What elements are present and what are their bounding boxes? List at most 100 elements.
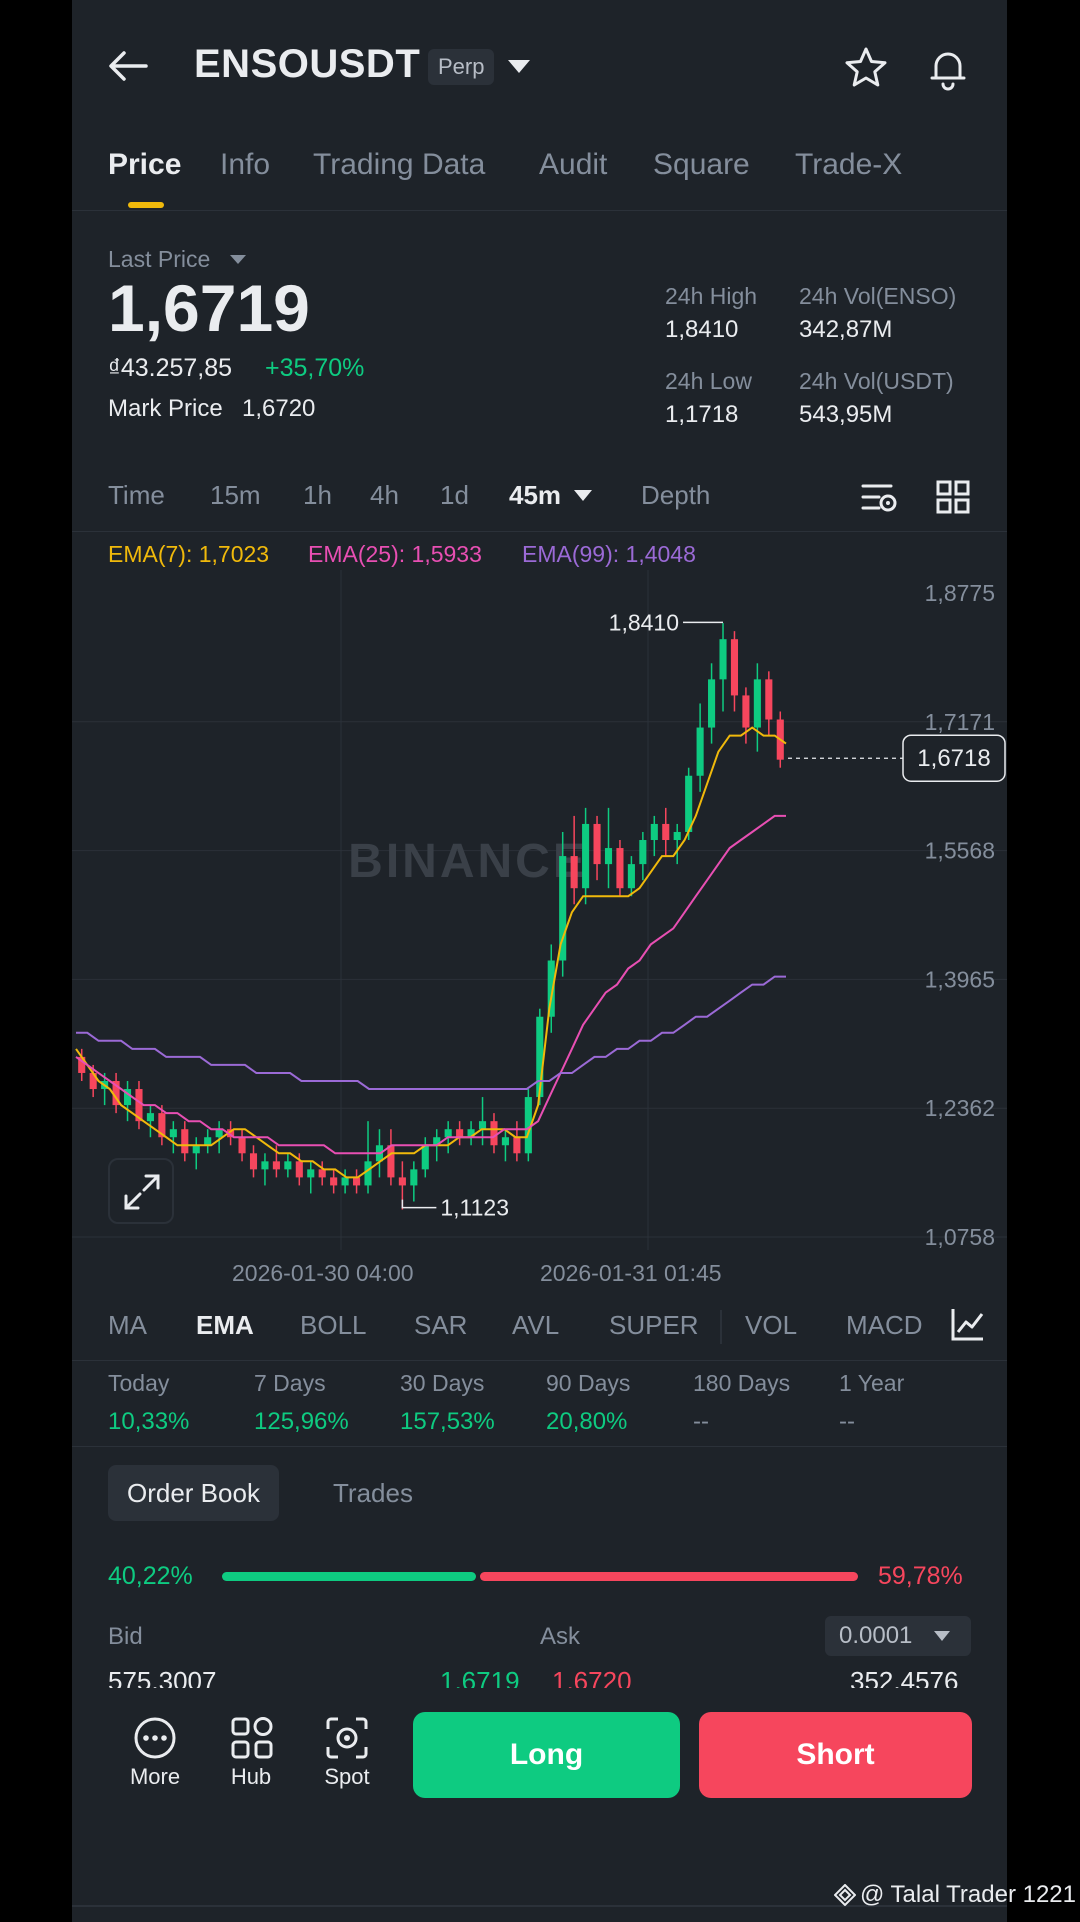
ema99-legend: EMA(99): 1,4048 (522, 541, 696, 567)
chevron-down-icon[interactable] (934, 1631, 950, 1641)
interval-15m[interactable]: 15m (210, 480, 261, 511)
interval-1d[interactable]: 1d (440, 480, 469, 511)
interval-1h[interactable]: 1h (303, 480, 332, 511)
candle-body (753, 679, 761, 728)
caret-down-icon[interactable] (230, 255, 246, 264)
indicator-vol[interactable]: VOL (745, 1310, 797, 1341)
current-price-label: 1,6718 (917, 745, 990, 772)
bell-icon[interactable] (924, 44, 972, 92)
interval-time[interactable]: Time (108, 480, 165, 511)
candle-body (204, 1137, 212, 1146)
spot-label[interactable]: Spot (302, 1764, 392, 1790)
interval-45m[interactable]: 45m (509, 480, 561, 511)
ema-line (76, 975, 786, 1090)
indicator-avl[interactable]: AVL (512, 1310, 559, 1341)
chevron-down-icon[interactable] (508, 60, 530, 73)
candlestick-chart[interactable]: 1,8775 1,7171 1,5568 1,3965 1,2362 1,0758 BINA… (72, 570, 1007, 1250)
chart-settings-icon[interactable] (861, 480, 899, 516)
perf-value: -- (839, 1408, 855, 1435)
tab-square[interactable]: Square (653, 148, 750, 182)
tab-trade-x[interactable]: Trade-X (795, 148, 902, 182)
interval-4h[interactable]: 4h (370, 480, 399, 511)
star-icon[interactable] (842, 44, 890, 92)
candle-body (582, 823, 590, 889)
order-book-row: 575,3007 1,6719 1,6720 352,4576 (72, 1666, 1007, 1688)
candle-body (650, 823, 658, 841)
y-axis-tick: 1,2362 (925, 1095, 995, 1121)
spot-icon[interactable] (323, 1714, 371, 1762)
perf-value: 10,33% (108, 1408, 190, 1435)
y-axis-tick: 1,7171 (925, 709, 995, 735)
bid-ratio-bar (222, 1572, 476, 1581)
ema25-legend: EMA(25): 1,5933 (308, 541, 482, 567)
candle-body (696, 727, 704, 776)
perf-label: 1 Year (839, 1370, 905, 1396)
tab-info[interactable]: Info (220, 148, 270, 182)
candle-body (570, 856, 578, 889)
indicator-super[interactable]: SUPER (609, 1310, 699, 1341)
perf-label: 30 Days (400, 1370, 485, 1396)
perf-value: 20,80% (546, 1408, 628, 1435)
short-button[interactable]: Short (699, 1712, 972, 1798)
chevron-down-icon[interactable] (574, 490, 592, 501)
hub-icon[interactable] (228, 1714, 276, 1762)
candle-body (478, 1121, 487, 1130)
candle-body (181, 1129, 189, 1154)
y-axis-tick: 1,0758 (925, 1224, 995, 1250)
candle-body (261, 1161, 269, 1170)
candle-body (501, 1137, 509, 1146)
y-axis-tick: 1,3965 (925, 966, 995, 992)
perf-label: Today (108, 1370, 170, 1396)
ask-quantity: 352,4576 (850, 1666, 959, 1688)
perf-value: -- (693, 1408, 709, 1435)
more-icon[interactable] (131, 1714, 179, 1762)
interval-depth[interactable]: Depth (641, 480, 710, 511)
candle-body (169, 1129, 177, 1138)
bid-header: Bid (108, 1623, 143, 1650)
indicator-sar[interactable]: SAR (414, 1310, 467, 1341)
candle-body (341, 1177, 349, 1186)
y-axis-tick: 1,8775 (925, 580, 995, 606)
perf-label: 180 Days (693, 1370, 791, 1396)
candle-body (708, 679, 716, 728)
bid-percent: 40,22% (108, 1562, 193, 1590)
last-price: 1,6719 (108, 271, 310, 345)
low-label: 24h Low (665, 368, 752, 394)
back-arrow-icon[interactable] (106, 44, 150, 88)
mark-price-label: Mark Price (108, 395, 223, 422)
indicator-boll[interactable]: BOLL (300, 1310, 367, 1341)
candle-body (456, 1129, 464, 1138)
candle-body (765, 679, 773, 720)
low-value: 1,1718 (665, 401, 739, 428)
tab-audit[interactable]: Audit (539, 148, 607, 182)
price-change: +35,70% (265, 354, 365, 382)
indicator-ema[interactable]: EMA (196, 1310, 254, 1341)
hub-label[interactable]: Hub (206, 1764, 296, 1790)
symbol-title[interactable]: ENSOUSDT (194, 42, 420, 87)
last-price-label[interactable]: Last Price (108, 246, 210, 273)
long-button[interactable]: Long (413, 1712, 680, 1798)
divider (720, 1310, 722, 1344)
vol-quote-value: 543,95M (799, 401, 893, 428)
expand-chart-button[interactable] (108, 1158, 174, 1224)
candle-body (387, 1145, 395, 1178)
indicator-ma[interactable]: MA (108, 1310, 147, 1341)
watermark-text: @ Talal Trader 1221 (859, 1881, 1076, 1908)
tab-trading-data[interactable]: Trading Data (313, 148, 485, 182)
candle-body (215, 1129, 223, 1138)
candle-body (318, 1169, 326, 1178)
candle-body (490, 1121, 498, 1146)
vol-quote-label: 24h Vol(USDT) (799, 368, 954, 394)
indicator-macd[interactable]: MACD (846, 1310, 923, 1341)
perf-value: 157,53% (400, 1408, 495, 1435)
tab-trades[interactable]: Trades (314, 1465, 432, 1521)
indicator-settings-icon[interactable] (950, 1306, 986, 1342)
ask-ratio-bar (480, 1572, 858, 1581)
grid-layout-icon[interactable] (936, 480, 970, 514)
vol-base-label: 24h Vol(ENSO) (799, 283, 957, 309)
divider (72, 531, 1007, 532)
tab-price[interactable]: Price (108, 148, 181, 182)
more-label[interactable]: More (110, 1764, 200, 1790)
tab-order-book[interactable]: Order Book (108, 1465, 279, 1521)
candle-body (192, 1145, 200, 1154)
